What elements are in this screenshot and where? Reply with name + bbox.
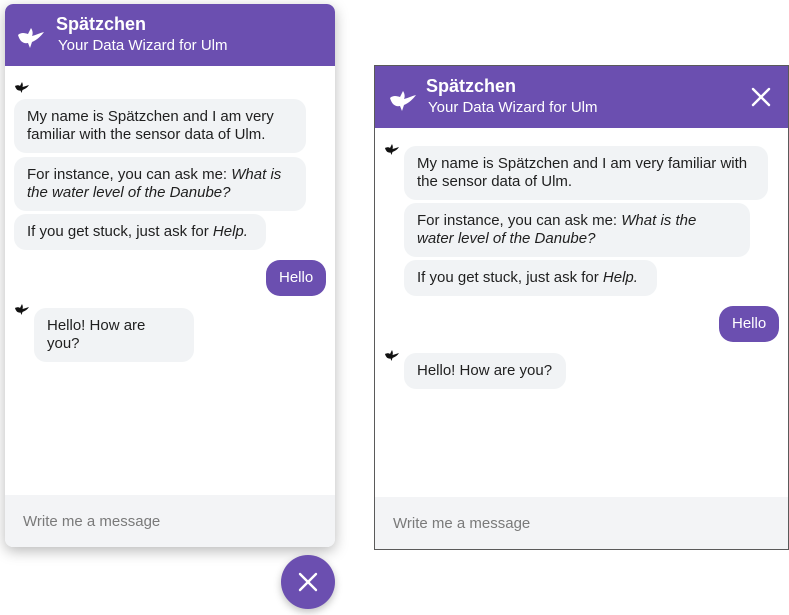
bot-message: For instance, you can ask me: What is th… bbox=[404, 203, 750, 257]
bird-icon bbox=[385, 350, 399, 361]
message-list: My name is Spätzchen and I am very famil… bbox=[5, 66, 335, 495]
composer bbox=[5, 495, 335, 547]
message-list: My name is Spätzchen and I am very famil… bbox=[375, 128, 788, 497]
bot-message: Hello! How are you? bbox=[404, 353, 566, 389]
bird-icon bbox=[390, 91, 416, 111]
bot-message: If you get stuck, just ask for Help. bbox=[404, 260, 657, 296]
message-input[interactable] bbox=[5, 495, 335, 547]
bird-icon bbox=[18, 28, 44, 48]
header-text: Spätzchen Your Data Wizard for Ulm bbox=[426, 75, 598, 118]
message-text: For instance, you can ask me: bbox=[417, 212, 622, 229]
bird-icon bbox=[385, 144, 399, 155]
header-text: Spätzchen Your Data Wizard for Ulm bbox=[56, 13, 228, 56]
bot-message: For instance, you can ask me: What is th… bbox=[14, 157, 306, 211]
chat-title: Spätzchen bbox=[426, 76, 517, 96]
user-message: Hello bbox=[719, 306, 779, 342]
chat-title: Spätzchen bbox=[56, 14, 147, 34]
message-text: If you get stuck, just ask for bbox=[27, 223, 213, 240]
bot-message: My name is Spätzchen and I am very famil… bbox=[404, 146, 768, 200]
chat-header: Spätzchen Your Data Wizard for Ulm bbox=[375, 66, 788, 128]
composer bbox=[375, 497, 788, 549]
bot-message: If you get stuck, just ask for Help. bbox=[14, 214, 266, 250]
message-text: Hello bbox=[732, 315, 767, 332]
message-help-hint: Help. bbox=[602, 269, 638, 286]
chat-window-floating: Spätzchen Your Data Wizard for Ulm My na… bbox=[5, 4, 335, 547]
close-icon[interactable] bbox=[750, 86, 772, 108]
message-text: My name is Spätzchen and I am very famil… bbox=[27, 108, 274, 143]
chat-header: Spätzchen Your Data Wizard for Ulm bbox=[5, 4, 335, 66]
bot-message: My name is Spätzchen and I am very famil… bbox=[14, 99, 306, 153]
chat-subtitle: Your Data Wizard for Ulm bbox=[58, 37, 228, 54]
bird-icon bbox=[15, 82, 29, 93]
chat-window-embedded: Spätzchen Your Data Wizard for Ulm My na… bbox=[374, 65, 789, 550]
stage: Spätzchen Your Data Wizard for Ulm My na… bbox=[0, 0, 789, 615]
message-input[interactable] bbox=[375, 497, 788, 549]
chat-subtitle: Your Data Wizard for Ulm bbox=[428, 99, 598, 116]
message-text: Hello! How are you? bbox=[417, 362, 553, 379]
bird-icon bbox=[15, 304, 29, 315]
close-chat-button[interactable] bbox=[281, 555, 335, 609]
message-text: My name is Spätzchen and I am very famil… bbox=[417, 155, 748, 190]
message-text: If you get stuck, just ask for bbox=[417, 269, 603, 286]
message-text: Hello bbox=[279, 269, 314, 286]
user-message: Hello bbox=[266, 260, 326, 296]
bot-message: Hello! How are you? bbox=[34, 308, 194, 362]
message-text: For instance, you can ask me: bbox=[27, 166, 232, 183]
message-help-hint: Help. bbox=[212, 223, 248, 240]
close-icon bbox=[298, 572, 318, 592]
message-text: Hello! How are you? bbox=[47, 317, 146, 352]
